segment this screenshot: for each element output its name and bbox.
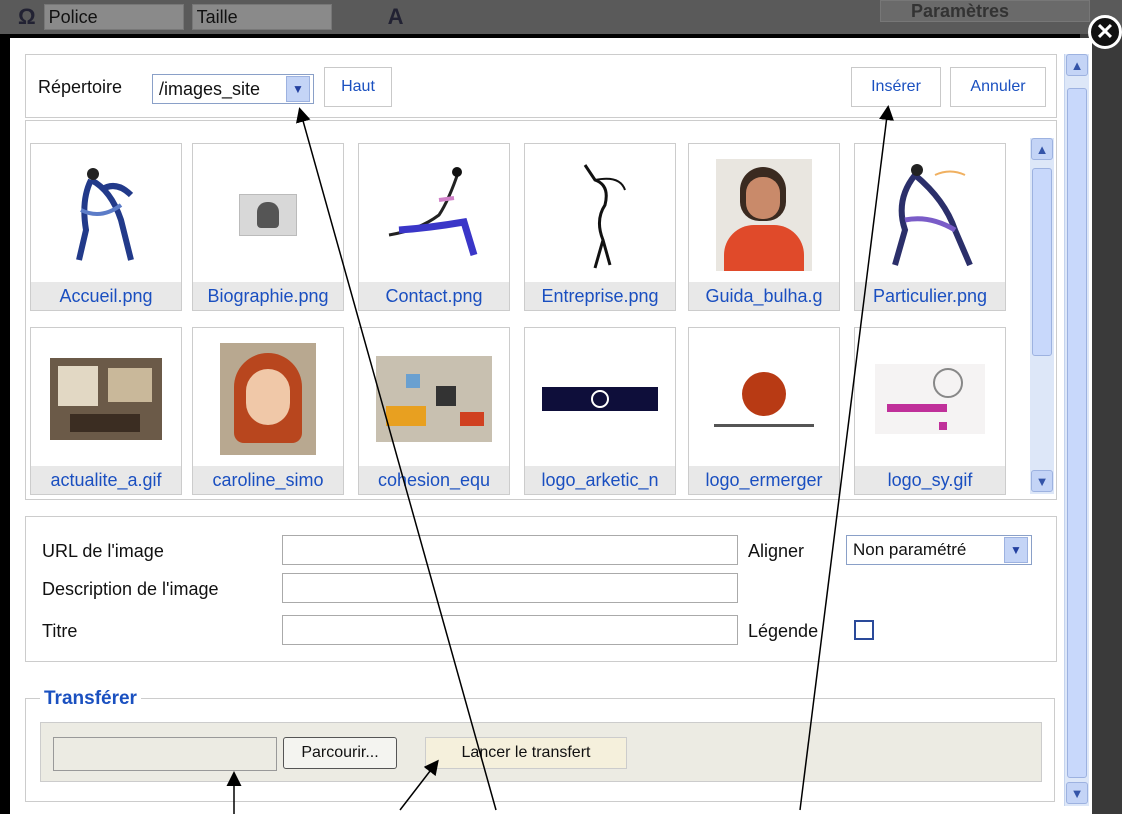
image-thumbnail [531,150,669,280]
size-select[interactable]: Taille [191,4,332,30]
image-filename: Entreprise.png [525,282,675,310]
image-thumbnail [37,150,175,280]
url-field[interactable] [282,535,738,565]
image-filename: actualite_a.gif [31,466,181,494]
image-thumbnail [365,150,503,280]
scroll-thumb[interactable] [1032,168,1052,356]
image-filename: cohesion_equ [359,466,509,494]
scroll-up-icon[interactable]: ▲ [1031,138,1053,160]
up-button[interactable]: Haut [324,67,392,107]
image-tile[interactable]: Entreprise.png [524,143,676,311]
image-grid-scrollbar[interactable]: ▲ ▼ [1030,138,1054,494]
scroll-thumb[interactable] [1067,88,1087,778]
settings-panel-header: Paramètres [880,0,1090,22]
image-thumbnail [695,150,833,280]
image-filename: logo_sy.gif [855,466,1005,494]
image-tile[interactable]: Particulier.png [854,143,1006,311]
dialog-scrollbar[interactable]: ▲ ▼ [1064,54,1089,806]
image-thumbnail [695,334,833,464]
close-dialog-button[interactable]: ✕ [1088,15,1122,49]
image-thumbnail [531,334,669,464]
image-tile[interactable]: logo_ermerger [688,327,840,495]
image-thumbnail [199,150,337,280]
settings-panel-label: Paramètres [911,1,1010,21]
image-filename: Accueil.png [31,282,181,310]
cancel-button[interactable]: Annuler [950,67,1046,107]
image-thumbnail [199,334,337,464]
scroll-down-icon[interactable]: ▼ [1031,470,1053,492]
image-filename: Guida_bulha.g [689,282,839,310]
caption-label: Légende [748,621,819,641]
chevron-down-icon[interactable]: ▼ [1004,537,1028,563]
start-upload-button[interactable]: Lancer le transfert [425,737,627,769]
title-label: Titre [42,621,78,641]
image-properties-form: URL de l'image Aligner Non paramétré ▼ D… [25,516,1057,662]
omega-icon[interactable]: Ω [18,4,36,30]
highlight-icon[interactable] [340,8,380,26]
image-tile[interactable]: actualite_a.gif [30,327,182,495]
close-icon: ✕ [1095,19,1115,44]
image-tile[interactable]: Contact.png [358,143,510,311]
description-label: Description de l'image [42,579,219,599]
scroll-up-icon[interactable]: ▲ [1066,54,1088,76]
image-tile[interactable]: logo_arketic_n [524,327,676,495]
image-filename: logo_ermerger [689,466,839,494]
image-thumbnail [365,334,503,464]
align-select[interactable]: Non paramétré ▼ [846,535,1032,565]
image-thumbnail [861,150,999,280]
image-filename: Contact.png [359,282,509,310]
image-thumbnail [37,334,175,464]
directory-select[interactable]: /images_site ▼ [152,74,314,104]
upload-legend: Transférer [40,688,141,710]
directory-value: /images_site [159,78,261,99]
image-filename: caroline_simo [193,466,343,494]
upload-row: Parcourir... Lancer le transfert [40,722,1042,782]
image-tile[interactable]: Biographie.png [192,143,344,311]
image-tile[interactable]: caroline_simo [192,327,344,495]
align-label: Aligner [748,541,805,561]
image-filename: Particulier.png [855,282,1005,310]
directory-bar: Répertoire /images_site ▼ Haut Insérer A… [25,54,1057,118]
directory-label: Répertoire [38,77,123,97]
image-tile[interactable]: Guida_bulha.g [688,143,840,311]
scroll-down-icon[interactable]: ▼ [1066,782,1088,804]
image-filename: logo_arketic_n [525,466,675,494]
url-label: URL de l'image [42,541,164,561]
browse-button[interactable]: Parcourir... [283,737,397,769]
font-select[interactable]: Police [43,4,184,30]
font-select-label: Police [48,6,98,27]
image-thumbnail [861,334,999,464]
description-field[interactable] [282,573,738,603]
caption-checkbox[interactable] [854,620,874,640]
image-tile[interactable]: Accueil.png [30,143,182,311]
image-tile[interactable]: cohesion_equ [358,327,510,495]
size-select-label: Taille [196,6,238,27]
align-value: Non paramétré [853,540,967,559]
title-field[interactable] [282,615,738,645]
image-browser: Accueil.png Biographie.png Contact.png E… [25,120,1057,500]
text-color-icon[interactable]: A [388,4,404,30]
file-path-field[interactable] [53,737,277,771]
insert-button[interactable]: Insérer [851,67,941,107]
image-filename: Biographie.png [193,282,343,310]
chevron-down-icon[interactable]: ▼ [286,76,310,102]
image-tile[interactable]: logo_sy.gif [854,327,1006,495]
